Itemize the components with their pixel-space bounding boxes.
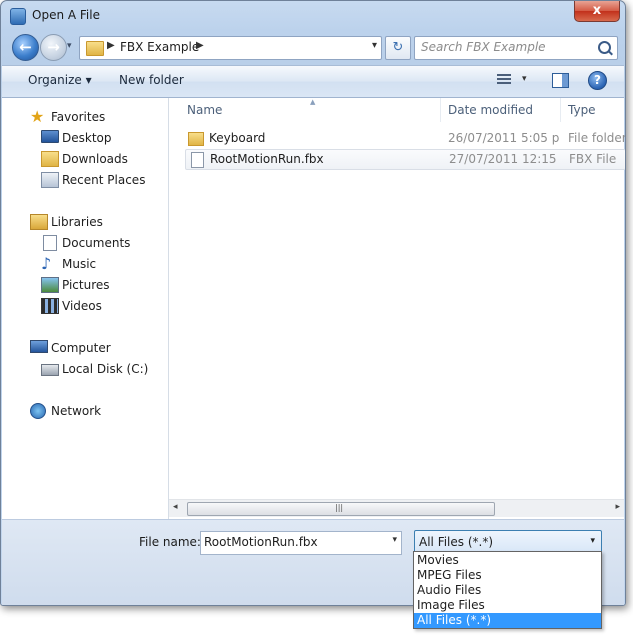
file-row-rootmotionrun[interactable]: RootMotionRun.fbx 27/07/2011 12:15 a... … xyxy=(185,149,625,170)
folder-icon xyxy=(86,41,104,56)
sidebar-item-label: Videos xyxy=(62,299,102,313)
breadcrumb-fbx-example[interactable]: FBX Example xyxy=(120,40,199,54)
organize-button[interactable]: Organize ▾ xyxy=(28,73,92,87)
sidebar-item-label: Local Disk (C:) xyxy=(62,362,149,376)
column-header-date-modified[interactable]: Date modified xyxy=(448,98,533,122)
window-title: Open A File xyxy=(32,8,100,22)
sidebar-item-label: Computer xyxy=(51,341,111,355)
refresh-button[interactable]: ↻ xyxy=(385,36,411,60)
scrollbar-thumb[interactable]: ||| xyxy=(187,502,495,516)
pictures-icon xyxy=(41,277,59,293)
file-list: Name ▲ Date modified Type Keyboard 26/07… xyxy=(169,98,626,519)
filter-option-image[interactable]: Image Files xyxy=(414,598,601,613)
close-button[interactable]: x xyxy=(574,1,620,22)
app-icon xyxy=(10,8,26,25)
network-icon xyxy=(30,403,46,419)
filter-option-all-files[interactable]: All Files (*.*) xyxy=(414,613,601,628)
file-date: 26/07/2011 5:05 p.... xyxy=(448,131,560,145)
address-bar[interactable]: ▶ FBX Example ▶ ▾ xyxy=(79,36,382,60)
back-button[interactable]: ← xyxy=(12,34,39,61)
file-type-filter-value: All Files (*.*) xyxy=(419,535,494,549)
breadcrumb-chevron-icon[interactable]: ▶ xyxy=(107,40,115,51)
content-area: ★ Favorites Desktop Downloads Recent Pla… xyxy=(2,98,626,519)
file-type-dropdown-list: Movies MPEG Files Audio Files Image File… xyxy=(413,551,602,629)
help-icon[interactable]: ? xyxy=(588,71,607,90)
file-name-input[interactable] xyxy=(204,535,380,549)
search-box[interactable] xyxy=(414,36,618,60)
file-name: RootMotionRun.fbx xyxy=(210,152,324,166)
recent-places-icon xyxy=(41,172,59,188)
scroll-left-icon[interactable]: ◂ xyxy=(173,502,178,512)
open-file-dialog: Open A File x ← → ▾ ▶ FBX Example ▶ ▾ ↻ … xyxy=(0,0,626,606)
computer-icon xyxy=(30,340,48,353)
views-dropdown-icon[interactable]: ▾ xyxy=(522,74,527,84)
star-icon: ★ xyxy=(30,107,45,126)
title-bar[interactable]: Open A File x xyxy=(1,1,625,31)
sidebar-item-label: Documents xyxy=(62,236,131,250)
filter-option-mpeg[interactable]: MPEG Files xyxy=(414,568,601,583)
local-disk-icon xyxy=(41,364,59,376)
documents-icon xyxy=(43,235,57,251)
scrollbar-grip-icon: ||| xyxy=(335,503,344,512)
sidebar-item-label: Favorites xyxy=(51,110,106,124)
videos-icon xyxy=(41,298,59,314)
forward-button[interactable]: → xyxy=(40,34,67,61)
sidebar-item-label: Libraries xyxy=(51,215,103,229)
breadcrumb-chevron-icon[interactable]: ▶ xyxy=(196,40,204,51)
change-view-icon[interactable] xyxy=(497,74,511,86)
file-type: FBX File xyxy=(569,152,617,166)
address-dropdown-icon[interactable]: ▾ xyxy=(372,40,377,51)
horizontal-scrollbar[interactable]: ◂ ||| ▸ xyxy=(169,499,624,517)
libraries-icon xyxy=(30,214,48,230)
folder-icon xyxy=(188,132,204,146)
file-date: 27/07/2011 12:15 a... xyxy=(449,152,561,166)
sidebar-item-label: Recent Places xyxy=(62,173,146,187)
sidebar-item-label: Network xyxy=(51,404,102,418)
column-header-name[interactable]: Name xyxy=(187,98,222,122)
filter-option-movies[interactable]: Movies xyxy=(414,553,601,568)
search-input[interactable] xyxy=(421,40,589,54)
music-icon: ♪ xyxy=(41,254,52,273)
file-name-combobox[interactable]: ▾ xyxy=(200,531,402,555)
file-row-keyboard[interactable]: Keyboard 26/07/2011 5:05 p.... File fold… xyxy=(185,129,626,148)
sidebar-item-label: Downloads xyxy=(62,152,128,166)
downloads-folder-icon xyxy=(41,151,59,167)
file-name: Keyboard xyxy=(209,131,266,145)
column-header-type[interactable]: Type xyxy=(568,98,596,122)
column-divider[interactable] xyxy=(440,98,441,122)
command-bar: Organize ▾ New folder ▾ ? xyxy=(2,65,624,98)
file-name-label: File name: xyxy=(139,535,201,549)
sidebar-item-label: Desktop xyxy=(62,131,112,145)
file-icon xyxy=(191,152,204,168)
recent-locations-dropdown-icon[interactable]: ▾ xyxy=(67,41,72,51)
navigation-bar: ← → ▾ ▶ FBX Example ▶ ▾ ↻ xyxy=(1,33,625,63)
file-type: File folder xyxy=(568,131,626,145)
filter-option-audio[interactable]: Audio Files xyxy=(414,583,601,598)
filter-dropdown-icon[interactable]: ▾ xyxy=(590,536,595,546)
scroll-right-icon[interactable]: ▸ xyxy=(615,502,620,512)
sort-ascending-icon: ▲ xyxy=(310,98,316,106)
desktop-icon xyxy=(41,130,59,143)
sidebar-item-label: Music xyxy=(62,257,97,271)
column-divider[interactable] xyxy=(560,98,561,122)
search-icon[interactable] xyxy=(598,41,611,54)
navigation-pane: ★ Favorites Desktop Downloads Recent Pla… xyxy=(2,98,169,519)
file-name-dropdown-icon[interactable]: ▾ xyxy=(392,535,397,545)
sidebar-item-label: Pictures xyxy=(62,278,110,292)
preview-pane-icon[interactable] xyxy=(552,73,569,88)
new-folder-button[interactable]: New folder xyxy=(119,73,184,87)
